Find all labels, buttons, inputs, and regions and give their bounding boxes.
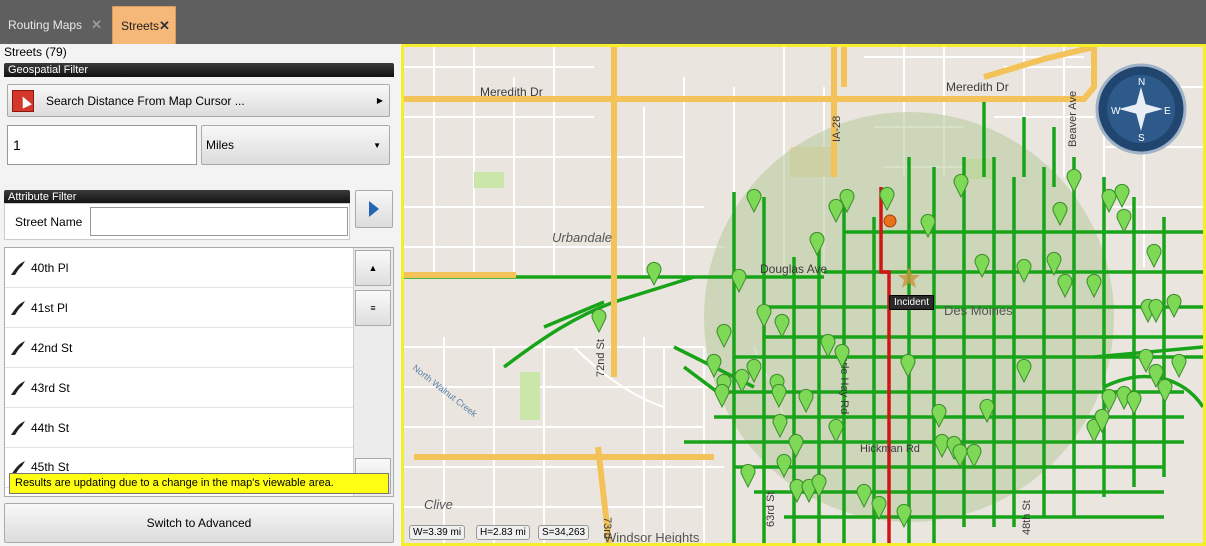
list-item[interactable]: 44th St [5, 408, 353, 448]
unit-select[interactable]: Miles ▼ [201, 125, 390, 165]
unit-value: Miles [206, 138, 235, 152]
compass-n: N [1138, 77, 1145, 88]
park [520, 372, 540, 420]
street-icon [11, 300, 25, 315]
map-label-ia28: IA-28 [831, 116, 843, 142]
map-pin-icon[interactable] [789, 478, 805, 504]
map-canvas[interactable]: Meredith Dr Meredith Dr Urbandale Dougla… [404, 47, 1203, 543]
switch-advanced-button[interactable]: Switch to Advanced [4, 503, 394, 543]
map-label-north-walnut: North Walnut Creek [411, 363, 480, 420]
incident-marker[interactable] [883, 214, 897, 228]
update-notice: Results are updating due to a change in … [9, 473, 389, 494]
close-icon[interactable]: ✕ [91, 17, 102, 33]
apply-filter-button[interactable] [355, 190, 393, 228]
street-name: 44th St [31, 420, 70, 435]
search-distance-label: Search Distance From Map Cursor ... [46, 93, 245, 108]
scale-width: W=3.39 mi [409, 525, 466, 540]
attribute-filter-header: Attribute Filter [4, 190, 350, 204]
street-name-input[interactable] [90, 207, 348, 236]
compass-control[interactable]: N E S W [1095, 63, 1187, 155]
map-pin-icon[interactable] [1146, 243, 1162, 269]
tab-streets[interactable]: Streets ✕ [112, 6, 176, 44]
map-pin-icon[interactable] [740, 463, 756, 489]
map-cursor-icon [12, 89, 34, 112]
scroll-thumb[interactable]: ≡ [355, 290, 391, 326]
street-icon [11, 380, 25, 395]
street-name: 41st Pl [31, 300, 68, 315]
compass-w: W [1111, 106, 1121, 117]
map-label-urbandale: Urbandale [552, 230, 612, 245]
switch-advanced-label: Switch to Advanced [146, 516, 252, 530]
tab-routing-maps[interactable]: Routing Maps ✕ [0, 6, 108, 44]
street-icon [11, 340, 25, 355]
map-label-hickman: Hickman Rd [860, 443, 920, 455]
street-name-label: Street Name [15, 215, 83, 229]
street-icon [11, 420, 25, 435]
compass-e: E [1164, 106, 1171, 117]
map-view[interactable]: Meredith Dr Meredith Dr Urbandale Dougla… [401, 44, 1206, 546]
park [474, 172, 504, 188]
list-item[interactable]: 40th Pl [5, 248, 353, 288]
list-item[interactable]: 43rd St [5, 368, 353, 408]
compass-s: S [1138, 133, 1145, 144]
map-pin-icon[interactable] [1126, 390, 1142, 416]
map-pin-icon[interactable] [1114, 183, 1130, 209]
chevron-down-icon: ▼ [373, 140, 381, 150]
map-pin-icon[interactable] [1066, 168, 1082, 194]
street-icon [11, 260, 25, 275]
map-pin-icon[interactable] [1148, 298, 1164, 324]
map-pin-icon[interactable] [591, 308, 607, 334]
streets-panel: Streets (79) Geospatial Filter Search Di… [0, 44, 400, 546]
street-name: 45th St [31, 460, 70, 474]
map-label-clive: Clive [424, 497, 453, 512]
search-distance-button[interactable]: Search Distance From Map Cursor ... ▶ [7, 84, 390, 117]
incident-tooltip: Incident [889, 295, 935, 310]
map-pin-icon[interactable] [1116, 208, 1132, 234]
map-label-windsor: Windsor Heights [604, 530, 700, 543]
play-icon [369, 201, 379, 217]
map-label-63rd: 63rd St [765, 492, 777, 527]
map-label-meredith-right: Meredith Dr [946, 80, 1009, 94]
map-label-72nd: 72nd St [595, 339, 607, 377]
attribute-filter-row: Street Name [4, 203, 350, 240]
list-item[interactable]: 41st Pl [5, 288, 353, 328]
map-label-meredith-left: Meredith Dr [480, 85, 543, 99]
tab-label: Routing Maps [8, 18, 83, 32]
map-label-48th: 48th St [1021, 500, 1033, 535]
map-pin-icon[interactable] [1157, 378, 1173, 404]
scale-ratio: S=34,263 [538, 525, 590, 540]
distance-input[interactable] [7, 125, 197, 165]
streets-count: Streets (79) [4, 45, 67, 59]
street-name: 40th Pl [31, 260, 69, 275]
map-pin-icon[interactable] [1166, 293, 1182, 319]
street-name: 42nd St [31, 340, 73, 355]
chevron-right-icon: ▶ [376, 96, 383, 105]
map-label-73rd: 73rd St [601, 517, 613, 543]
tab-bar: Routing Maps ✕ Streets ✕ [0, 0, 1206, 44]
street-name: 43rd St [31, 380, 70, 395]
map-label-douglas: Douglas Ave [760, 262, 827, 276]
tab-label: Streets [121, 18, 160, 33]
scale-height: H=2.83 mi [476, 525, 530, 540]
scroll-up-button[interactable]: ▲ [355, 250, 391, 286]
streets-list: 40th Pl 41st Pl 42nd St 43rd St 44th St … [4, 247, 394, 497]
map-label-beaver: Beaver Ave [1067, 91, 1079, 147]
map-pin-icon[interactable] [646, 261, 662, 287]
map-label-des-moines: Des Moines [944, 303, 1013, 318]
map-pin-icon[interactable] [1171, 353, 1187, 379]
list-scrollbar[interactable]: ▲ ≡ [353, 248, 393, 496]
geospatial-filter-header: Geospatial Filter [4, 63, 394, 77]
list-item[interactable]: 42nd St [5, 328, 353, 368]
close-icon[interactable]: ✕ [159, 18, 170, 34]
